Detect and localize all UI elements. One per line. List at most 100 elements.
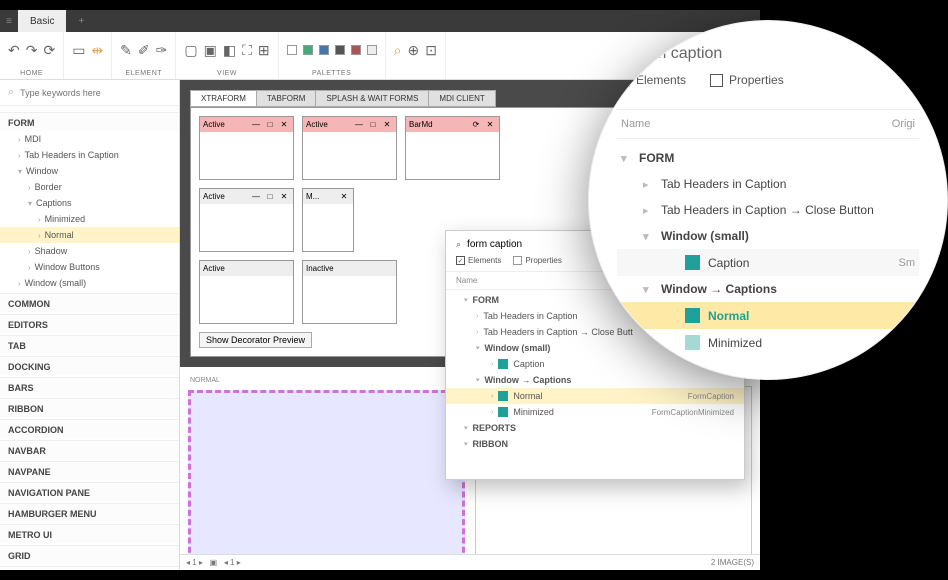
sidebar-item[interactable]: HAMBURGER MENU xyxy=(0,503,179,522)
canvas-tab[interactable]: SPLASH & WAIT FORMS xyxy=(315,90,429,107)
titlebar-add-tab[interactable]: + xyxy=(66,10,96,32)
sidebar-item[interactable]: DOCKING xyxy=(0,356,179,375)
pal-blue[interactable] xyxy=(319,45,329,55)
popup-properties-checkbox[interactable]: Properties xyxy=(513,256,561,265)
sidebar-item[interactable]: ›Border xyxy=(0,179,179,195)
brush3-icon[interactable]: ✑ xyxy=(156,42,168,59)
sidebar-item[interactable]: GRID xyxy=(0,545,179,564)
undo-icon[interactable]: ↶ xyxy=(8,42,20,59)
redo-icon[interactable]: ↷ xyxy=(26,42,38,59)
lens-search[interactable]: ⌕ xyxy=(617,39,919,73)
ribbon-label-palettes: PALETTES xyxy=(312,70,351,77)
sidebar-item[interactable]: VERTICAL GRID xyxy=(0,566,179,570)
zoom-controls[interactable]: ◂ 1 ▸ ▣ ◂ 1 ▸ xyxy=(186,558,241,567)
search-input[interactable] xyxy=(20,88,171,98)
sidebar-item[interactable]: NAVBAR xyxy=(0,440,179,459)
lens-tree-item[interactable]: ▾Window → Captions xyxy=(617,276,919,302)
sidebar-item[interactable]: ▾Captions xyxy=(0,195,179,211)
image-tile[interactable]: NORMAL▦▦ xyxy=(188,375,465,562)
sidebar-item[interactable]: ›Window (small) xyxy=(0,275,179,291)
popup-tree-item[interactable]: ▾REPORTS xyxy=(446,420,744,436)
sidebar-item[interactable]: ▾Window xyxy=(0,163,179,179)
lens-tree-item[interactable]: Minimized xyxy=(617,329,919,356)
sidebar-item[interactable]: TAB xyxy=(0,335,179,354)
window-button[interactable]: ⟳ xyxy=(470,120,482,129)
sidebar-item[interactable]: COMMON xyxy=(0,293,179,312)
brush2-icon[interactable]: ✐ xyxy=(138,42,150,59)
hamburger-icon[interactable]: ≡ xyxy=(0,16,18,27)
ribbon-group-palettes: PALETTES xyxy=(279,32,386,79)
align-icon[interactable]: ⇹ xyxy=(91,42,103,59)
sidebar-item[interactable]: EDITORS xyxy=(0,314,179,333)
popup-tree-item[interactable]: ›MinimizedFormCaptionMinimized xyxy=(446,404,744,420)
pal-dark[interactable] xyxy=(335,45,345,55)
window-button[interactable]: — xyxy=(250,120,262,129)
mini-form[interactable]: Active—□✕ xyxy=(199,188,294,252)
canvas-tab[interactable]: MDI CLIENT xyxy=(428,90,495,107)
mini-form[interactable]: M...✕ xyxy=(302,188,354,252)
mini-form[interactable]: Active—□✕ xyxy=(199,116,294,180)
lens-tree-item[interactable]: Normal xyxy=(617,302,919,329)
sidebar-item[interactable]: ›Shadow xyxy=(0,243,179,259)
view1-icon[interactable]: ▢ xyxy=(184,42,197,59)
popup-tree-item[interactable]: ▾Window → Captions xyxy=(446,372,744,388)
window-button[interactable]: ✕ xyxy=(338,192,350,201)
pal-white[interactable] xyxy=(287,45,297,55)
brush1-icon[interactable]: ✎ xyxy=(120,42,132,59)
window-button[interactable]: □ xyxy=(264,120,276,129)
window-button[interactable]: — xyxy=(250,192,262,201)
lens-elements-checkbox[interactable]: ✓Elements xyxy=(617,73,686,87)
window-button[interactable]: ✕ xyxy=(484,120,496,129)
lens-tree-item[interactable]: ▾FORM xyxy=(617,145,919,171)
lens-tree-item[interactable]: ▸Tab Headers in Caption → Close Button xyxy=(617,197,919,223)
view5-icon[interactable]: ⊞ xyxy=(258,42,270,59)
window-button[interactable]: □ xyxy=(367,120,379,129)
refresh-icon[interactable]: ⟳ xyxy=(43,42,55,59)
sidebar-item[interactable]: ›Normal xyxy=(0,227,179,243)
sidebar-search[interactable]: ⌕ xyxy=(0,80,179,106)
pal-light[interactable] xyxy=(367,45,377,55)
show-decorator-button[interactable]: Show Decorator Preview xyxy=(199,332,312,348)
window-button[interactable]: ✕ xyxy=(278,120,290,129)
lens-search-input[interactable] xyxy=(634,45,841,63)
sidebar-item[interactable]: NAVIGATION PANE xyxy=(0,482,179,501)
window-button[interactable]: — xyxy=(353,120,365,129)
sidebar-item[interactable]: ACCORDION xyxy=(0,419,179,438)
mini-form[interactable]: Inactive xyxy=(302,260,397,324)
view4-icon[interactable]: ⛶ xyxy=(242,42,252,59)
lens-tree-item[interactable]: CaptionSm xyxy=(617,249,919,276)
popup-search-input[interactable] xyxy=(467,239,599,250)
window-button[interactable]: ✕ xyxy=(278,192,290,201)
mini-form[interactable]: BarMd⟳✕ xyxy=(405,116,500,180)
lens-tree-item[interactable]: ▸Tab Headers in Caption xyxy=(617,171,919,197)
mini-form[interactable]: Active—□✕ xyxy=(302,116,397,180)
target-icon[interactable]: ⊕ xyxy=(407,42,419,59)
popup-tree-item[interactable]: ▾RIBBON xyxy=(446,436,744,452)
sidebar-item[interactable]: RIBBON xyxy=(0,398,179,417)
sidebar-item[interactable]: ›Tab Headers in Caption xyxy=(0,147,179,163)
sidebar-item[interactable]: ›MDI xyxy=(0,131,179,147)
popup-tree-item[interactable]: ›NormalFormCaption xyxy=(446,388,744,404)
sidebar-item[interactable]: METRO UI xyxy=(0,524,179,543)
window-button[interactable]: □ xyxy=(264,192,276,201)
zoom-icon[interactable]: ⌕ xyxy=(394,42,402,59)
pal-green[interactable] xyxy=(303,45,313,55)
canvas-tab[interactable]: TABFORM xyxy=(256,90,317,107)
popup-elements-checkbox[interactable]: ✓Elements xyxy=(456,256,501,265)
titlebar-tab-basic[interactable]: Basic xyxy=(18,10,66,32)
sidebar-item[interactable]: ›Window Buttons xyxy=(0,259,179,275)
pal-red[interactable] xyxy=(351,45,361,55)
view2-icon[interactable]: ▣ xyxy=(204,42,217,59)
mini-form[interactable]: Active xyxy=(199,260,294,324)
lens-tree-item[interactable]: ▾Window (small) xyxy=(617,223,919,249)
sidebar-item[interactable]: ›Minimized xyxy=(0,211,179,227)
rect-icon[interactable]: ▭ xyxy=(72,42,85,59)
canvas-tab[interactable]: XTRAFORM xyxy=(190,90,257,107)
nav-icon[interactable]: ⊡ xyxy=(425,42,437,59)
sidebar-item[interactable]: NAVPANE xyxy=(0,461,179,480)
view3-icon[interactable]: ◧ xyxy=(223,42,236,59)
sidebar-item[interactable]: FORM xyxy=(0,112,179,131)
sidebar-item[interactable]: BARS xyxy=(0,377,179,396)
window-button[interactable]: ✕ xyxy=(381,120,393,129)
lens-properties-checkbox[interactable]: Properties xyxy=(710,73,784,87)
